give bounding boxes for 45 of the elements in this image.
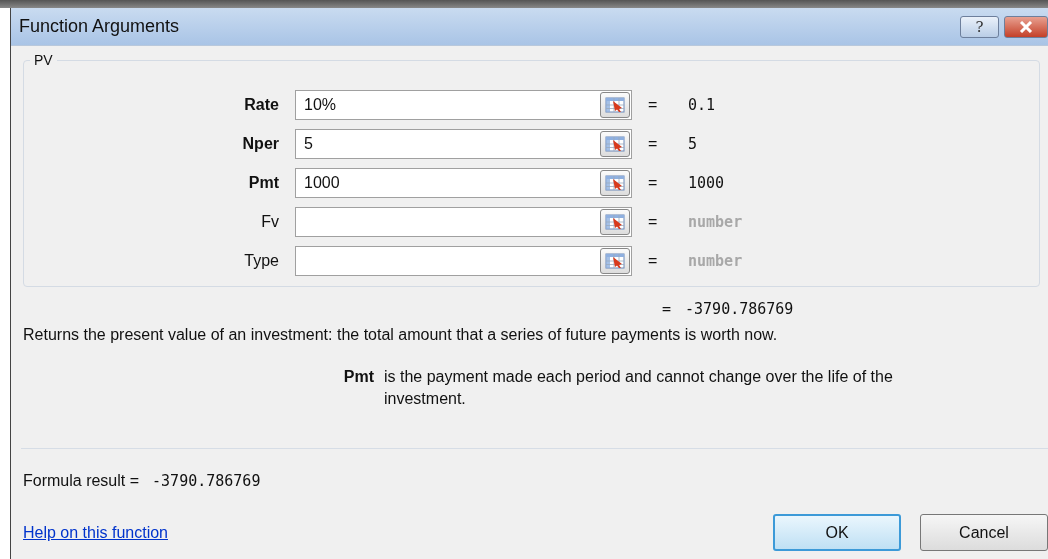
argument-name: Pmt bbox=[342, 367, 375, 387]
collapse-dialog-button[interactable] bbox=[600, 130, 630, 157]
cell-reference-icon bbox=[605, 135, 625, 152]
argument-result: 5 bbox=[688, 134, 699, 153]
equals-sign: = bbox=[647, 173, 659, 192]
argument-description: is the payment made each period and cannot change over the life of the investment. bbox=[384, 367, 894, 409]
close-button[interactable] bbox=[1004, 15, 1048, 38]
dialog-button[interactable]: Cancel bbox=[920, 514, 1048, 551]
argument-label: Fv bbox=[260, 212, 280, 231]
cell-reference-icon bbox=[605, 213, 625, 230]
dialog-button[interactable]: OK bbox=[773, 514, 901, 551]
argument-field[interactable]: 10% bbox=[295, 89, 632, 120]
equals-sign: = bbox=[647, 95, 659, 114]
collapse-dialog-button[interactable] bbox=[600, 247, 630, 274]
argument-field[interactable]: 1000 bbox=[295, 167, 632, 198]
argument-hint: number bbox=[688, 251, 744, 270]
function-result: -3790.786769 bbox=[684, 300, 794, 318]
help-link[interactable]: Help on this function bbox=[23, 523, 754, 542]
function-description: Returns the present value of an investment: the total amount that a series of future payments is worth now. bbox=[23, 326, 779, 344]
cell-reference-icon bbox=[605, 252, 625, 269]
formula-result-label: Formula result = bbox=[23, 472, 140, 490]
argument-field[interactable] bbox=[295, 245, 632, 276]
argument-field[interactable] bbox=[295, 206, 632, 237]
collapse-dialog-button[interactable] bbox=[600, 91, 630, 118]
argument-label: Pmt bbox=[247, 173, 280, 192]
equals-sign: = bbox=[647, 251, 659, 270]
equals-sign: = bbox=[647, 134, 659, 153]
collapse-dialog-button[interactable] bbox=[600, 169, 630, 196]
argument-result: 0.1 bbox=[688, 95, 717, 114]
argument-result: 1000 bbox=[688, 173, 726, 192]
function-name: PV bbox=[30, 52, 57, 68]
cell-reference-icon bbox=[605, 96, 625, 113]
help-button[interactable]: ? bbox=[960, 15, 999, 38]
window-title: Function Arguments bbox=[18, 16, 181, 37]
argument-field[interactable]: 5 bbox=[295, 128, 632, 159]
argument-label: Type bbox=[243, 251, 280, 270]
argument-label: Rate bbox=[243, 95, 280, 114]
equals-sign: = bbox=[662, 300, 672, 318]
argument-hint: number bbox=[688, 212, 744, 231]
collapse-dialog-button[interactable] bbox=[600, 208, 630, 235]
equals-sign: = bbox=[647, 212, 659, 231]
argument-label: Nper bbox=[241, 134, 280, 153]
close-icon bbox=[1019, 20, 1033, 33]
cell-reference-icon bbox=[605, 174, 625, 191]
formula-result-value: -3790.786769 bbox=[151, 472, 261, 490]
